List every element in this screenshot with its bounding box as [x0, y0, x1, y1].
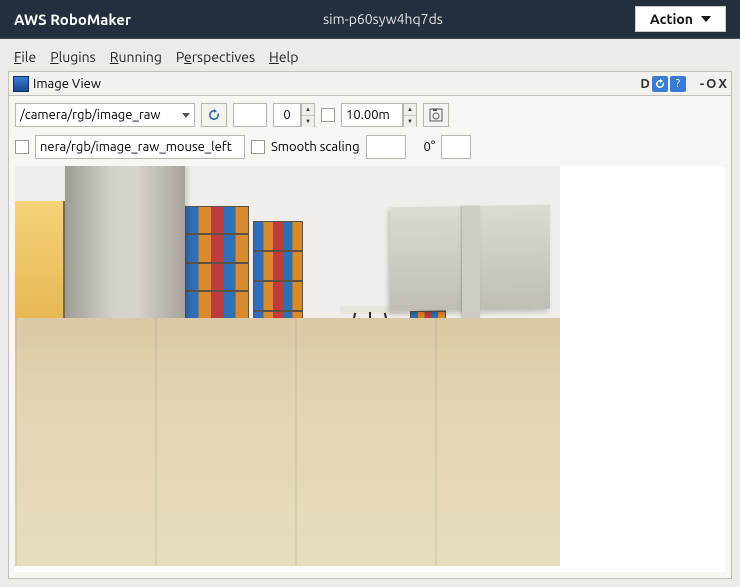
angle-field[interactable]	[441, 135, 471, 159]
camera-image	[15, 166, 560, 566]
checkbox-smooth-scaling[interactable]	[251, 140, 265, 154]
scale-field[interactable]	[366, 135, 406, 159]
panel-dock-button[interactable]: D	[640, 76, 649, 92]
spin-up-icon[interactable]: ▲	[404, 104, 416, 116]
panel-close-button[interactable]: X	[718, 76, 727, 92]
image-view-panel-body: /camera/rgb/image_raw 0 ▲▼ 10.00m ▲▼ ner	[8, 95, 732, 579]
topic-dropdown[interactable]: /camera/rgb/image_raw	[15, 103, 195, 127]
spin-stepper[interactable]: ▲▼	[301, 103, 315, 127]
camera-canvas-area	[15, 166, 725, 572]
checkbox-grid[interactable]	[321, 108, 335, 122]
spin-down-icon[interactable]: ▼	[404, 116, 416, 127]
aws-titlebar: AWS RoboMaker sim-p60syw4hq7ds Action	[0, 0, 740, 38]
panel-title: Image View	[33, 77, 101, 91]
checkbox-publish-click[interactable]	[15, 140, 29, 154]
spin-value[interactable]: 0	[273, 103, 301, 127]
spin-down-icon[interactable]: ▼	[302, 116, 314, 127]
caret-down-icon	[701, 16, 711, 22]
save-image-button[interactable]	[423, 103, 449, 127]
panel-help-button[interactable]: ?	[670, 76, 686, 92]
image-view-icon	[13, 76, 29, 92]
menu-plugins[interactable]: PPluginslugins	[50, 49, 96, 65]
menu-help[interactable]: HHelpelp	[269, 49, 298, 65]
panel-minimize-button[interactable]: -	[700, 76, 704, 92]
product-name: AWS RoboMaker	[14, 11, 131, 28]
image-view-panel-header: Image View D ? - O X	[8, 71, 732, 95]
smooth-scaling-label: Smooth scaling	[271, 140, 360, 154]
distance-stepper[interactable]: ▲▼	[403, 103, 417, 127]
panel-spacer	[688, 76, 698, 92]
simulation-id: sim-p60syw4hq7ds	[141, 11, 625, 27]
menu-file[interactable]: FFileile	[14, 49, 36, 65]
spin-up-icon[interactable]: ▲	[302, 104, 314, 116]
field-a[interactable]	[233, 103, 267, 127]
toolbar-row-1: /camera/rgb/image_raw 0 ▲▼ 10.00m ▲▼	[15, 102, 725, 128]
panel-reload-button[interactable]	[652, 76, 668, 92]
action-dropdown-button[interactable]: Action	[635, 6, 726, 32]
dropdown-caret-icon	[182, 113, 190, 118]
toolbar-row-2: nera/rgb/image_raw_mouse_left Smooth sca…	[15, 134, 725, 160]
distance-field[interactable]: 10.00m	[341, 103, 403, 127]
menu-perspectives[interactable]: PerspectivesPerspectives	[176, 49, 255, 65]
panel-maximize-button[interactable]: O	[706, 76, 716, 92]
mouse-topic-field[interactable]: nera/rgb/image_raw_mouse_left	[35, 135, 245, 159]
action-label: Action	[650, 11, 693, 27]
refresh-topics-button[interactable]	[201, 103, 227, 127]
angle-label: 0°	[424, 140, 436, 154]
rqt-window: FFileile PPluginslugins RRunningunning P…	[0, 38, 740, 587]
menu-bar: FFileile PPluginslugins RRunningunning P…	[8, 45, 732, 71]
menu-running[interactable]: RRunningunning	[110, 49, 162, 65]
topic-value: /camera/rgb/image_raw	[20, 108, 161, 122]
